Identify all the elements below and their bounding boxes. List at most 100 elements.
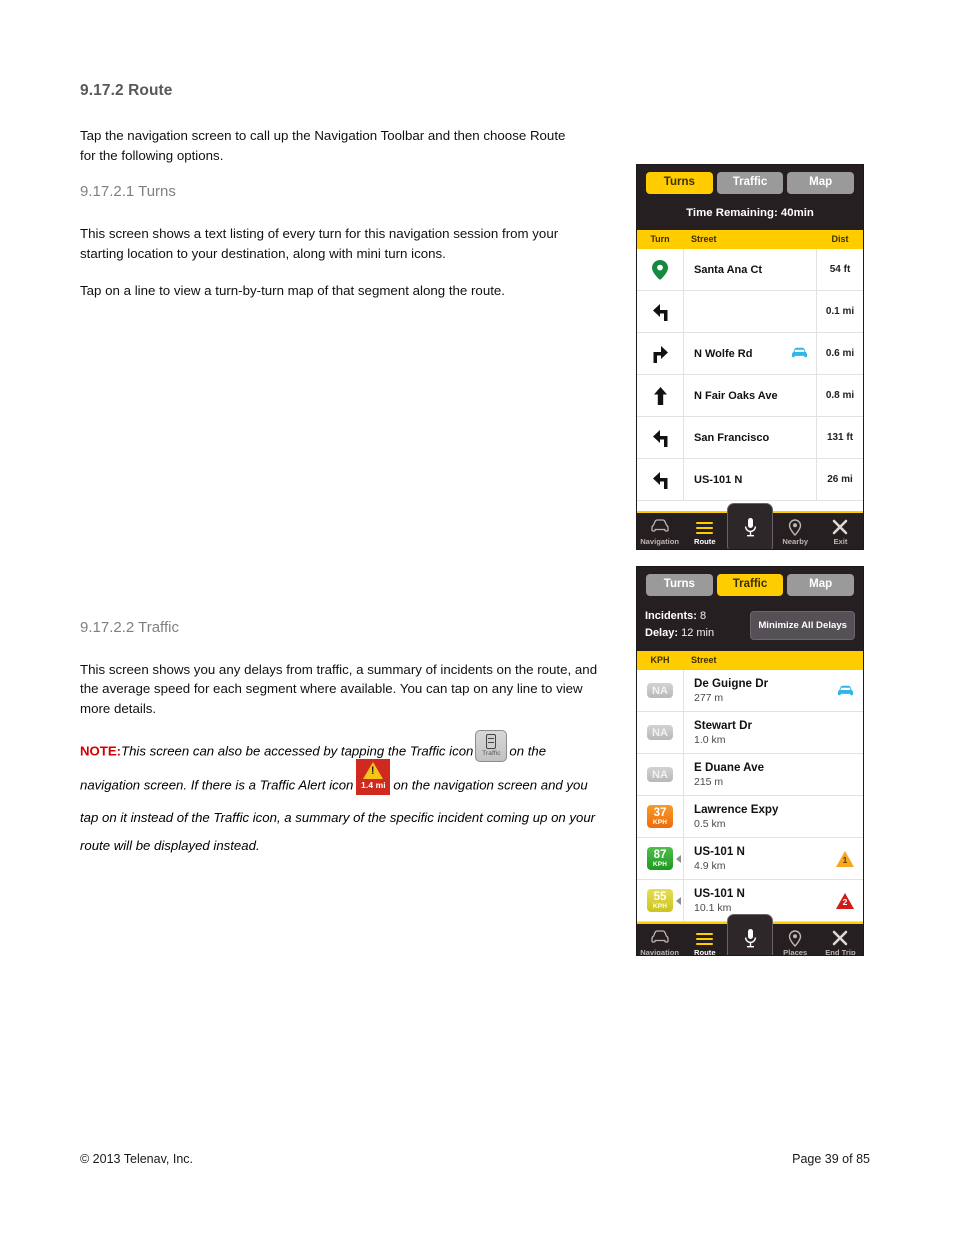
car-icon [637, 930, 682, 947]
toolbar-mic-slot [727, 914, 773, 955]
toolbar-nearby[interactable]: Nearby [773, 513, 818, 546]
speed-badge: NA [647, 725, 673, 740]
microphone-icon [744, 518, 756, 537]
traffic-list: NA De Guigne Dr 277 m NA Stewart Dr 1.0 … [637, 670, 863, 922]
speed-value: NA [652, 685, 668, 697]
minimize-all-delays-button[interactable]: Minimize All Delays [750, 610, 855, 640]
turn-icon-cell [637, 291, 684, 332]
segment-info: US-101 N 10.1 km 2 [684, 887, 863, 915]
list-item[interactable]: NA Stewart Dr 1.0 km [637, 712, 863, 754]
delay-line: Delay: 12 min [645, 625, 714, 642]
footer-copyright: © 2013 Telenav, Inc. [80, 1152, 193, 1166]
turn-icon-cell [637, 459, 684, 500]
table-row[interactable]: San Francisco 131 ft [637, 417, 863, 459]
tab-turns[interactable]: Turns [646, 574, 713, 596]
incidents-value: 8 [700, 610, 707, 622]
toolbar-route-label: Route [694, 537, 716, 546]
traffic-screenshot: Turns Traffic Map Incidents: 8 Delay: 12… [636, 566, 864, 956]
incidents-line: Incidents: 8 [645, 608, 714, 625]
segment-text: De Guigne Dr 277 m [694, 677, 768, 705]
toolbar-places[interactable]: Places [773, 924, 818, 956]
turn-right-icon [653, 345, 668, 363]
toolbar-navigation-label: Navigation [640, 948, 680, 956]
toolbar-exit[interactable]: Exit [818, 513, 863, 546]
speed-value: NA [652, 727, 668, 739]
street-name: N Fair Oaks Ave [694, 389, 778, 402]
footer-page-number: Page 39 of 85 [792, 1152, 870, 1166]
table-row[interactable]: N Fair Oaks Ave 0.8 mi [637, 375, 863, 417]
tab-traffic[interactable]: Traffic [716, 574, 784, 596]
tab-map[interactable]: Map [787, 172, 855, 194]
toolbar-route[interactable]: Route [682, 513, 727, 546]
speed-badge: NA [647, 683, 673, 698]
table-row[interactable]: Santa Ana Ct 54 ft [637, 249, 863, 291]
street-name: Santa Ana Ct [694, 263, 763, 276]
note-text-1: This screen can also be accessed by tapp… [121, 743, 474, 759]
toolbar-end-trip[interactable]: End Trip [818, 924, 863, 956]
traffic-paragraph-1: This screen shows you any delays from tr… [80, 661, 598, 716]
list-item[interactable]: NA De Guigne Dr 277 m [637, 670, 863, 712]
microphone-button[interactable] [727, 914, 773, 955]
toolbar-places-label: Places [783, 948, 808, 956]
traffic-segmented-control: Turns Traffic Map [637, 567, 863, 603]
column-header-turn: Turn [650, 234, 670, 244]
close-x-icon [818, 519, 863, 536]
toolbar-end-trip-label: End Trip [825, 948, 856, 956]
speed-badge-cell: NA [637, 670, 684, 711]
list-item[interactable]: NA E Duane Ave 215 m [637, 754, 863, 796]
turn-left-icon [652, 303, 667, 321]
tab-turns[interactable]: Turns [646, 172, 713, 194]
tab-traffic[interactable]: Traffic [716, 172, 784, 194]
traffic-note-paragraph: NOTE:This screen can also be accessed by… [80, 730, 600, 860]
direction-arrow-icon [676, 854, 681, 863]
speed-badge-cell: 37 KPH [637, 796, 684, 837]
list-item[interactable]: 87 KPH US-101 N 4.9 km 1 [637, 838, 863, 880]
delay-value: 12 min [681, 627, 715, 639]
segment-info: Stewart Dr 1.0 km [684, 719, 863, 747]
map-pin-icon [652, 259, 668, 280]
street-cell: Santa Ana Ct [684, 249, 816, 290]
list-item[interactable]: 37 KPH Lawrence Expy 0.5 km [637, 796, 863, 838]
street-cell: N Fair Oaks Ave [684, 375, 816, 416]
segment-text: US-101 N 10.1 km [694, 887, 745, 915]
column-header-street: Street [691, 234, 717, 244]
alert-distance-label: 1.4 mi [361, 780, 386, 790]
place-pin-icon [773, 930, 818, 948]
traffic-summary: Incidents: 8 Delay: 12 min Minimize All … [637, 603, 863, 651]
table-row[interactable]: US-101 N 26 mi [637, 459, 863, 501]
street-cell: San Francisco [684, 417, 816, 458]
street-cell: US-101 N [684, 459, 816, 500]
toolbar-nearby-label: Nearby [782, 537, 809, 546]
segment-distance: 1.0 km [694, 733, 726, 746]
turn-icon-cell [637, 249, 684, 290]
segment-distance: 10.1 km [694, 901, 732, 914]
toolbar-navigation[interactable]: Navigation [637, 924, 682, 956]
street-name: N Wolfe Rd [694, 347, 753, 360]
list-icon [682, 519, 727, 536]
incident-badge[interactable]: 1 [836, 850, 854, 867]
segment-text: Stewart Dr 1.0 km [694, 719, 752, 747]
toolbar-exit-label: Exit [833, 537, 848, 546]
speed-badge: 55 KPH [647, 889, 673, 912]
incident-badge[interactable]: 2 [836, 892, 854, 909]
incidents-label: Incidents: [645, 610, 697, 622]
street-name: De Guigne Dr [694, 676, 769, 690]
speed-badge-cell: 87 KPH [637, 838, 684, 879]
car-icon [791, 347, 808, 361]
close-x-icon [818, 930, 863, 947]
car-icon [637, 519, 682, 536]
distance-cell: 131 ft [816, 417, 863, 458]
microphone-button[interactable] [727, 503, 773, 549]
warning-triangle-icon [363, 762, 384, 779]
toolbar-navigation[interactable]: Navigation [637, 513, 682, 546]
turn-icon-cell [637, 417, 684, 458]
toolbar-route[interactable]: Route [682, 924, 727, 955]
tab-map[interactable]: Map [787, 574, 855, 596]
speed-unit: KPH [652, 903, 668, 910]
turn-left-icon [652, 471, 667, 489]
table-row[interactable]: N Wolfe Rd 0.6 mi [637, 333, 863, 375]
table-row[interactable]: 0.1 mi [637, 291, 863, 333]
turns-bottom-toolbar: Navigation Route Nearby Exit [637, 503, 863, 549]
street-cell [684, 291, 816, 332]
turns-segmented-control: Turns Traffic Map [637, 165, 863, 201]
